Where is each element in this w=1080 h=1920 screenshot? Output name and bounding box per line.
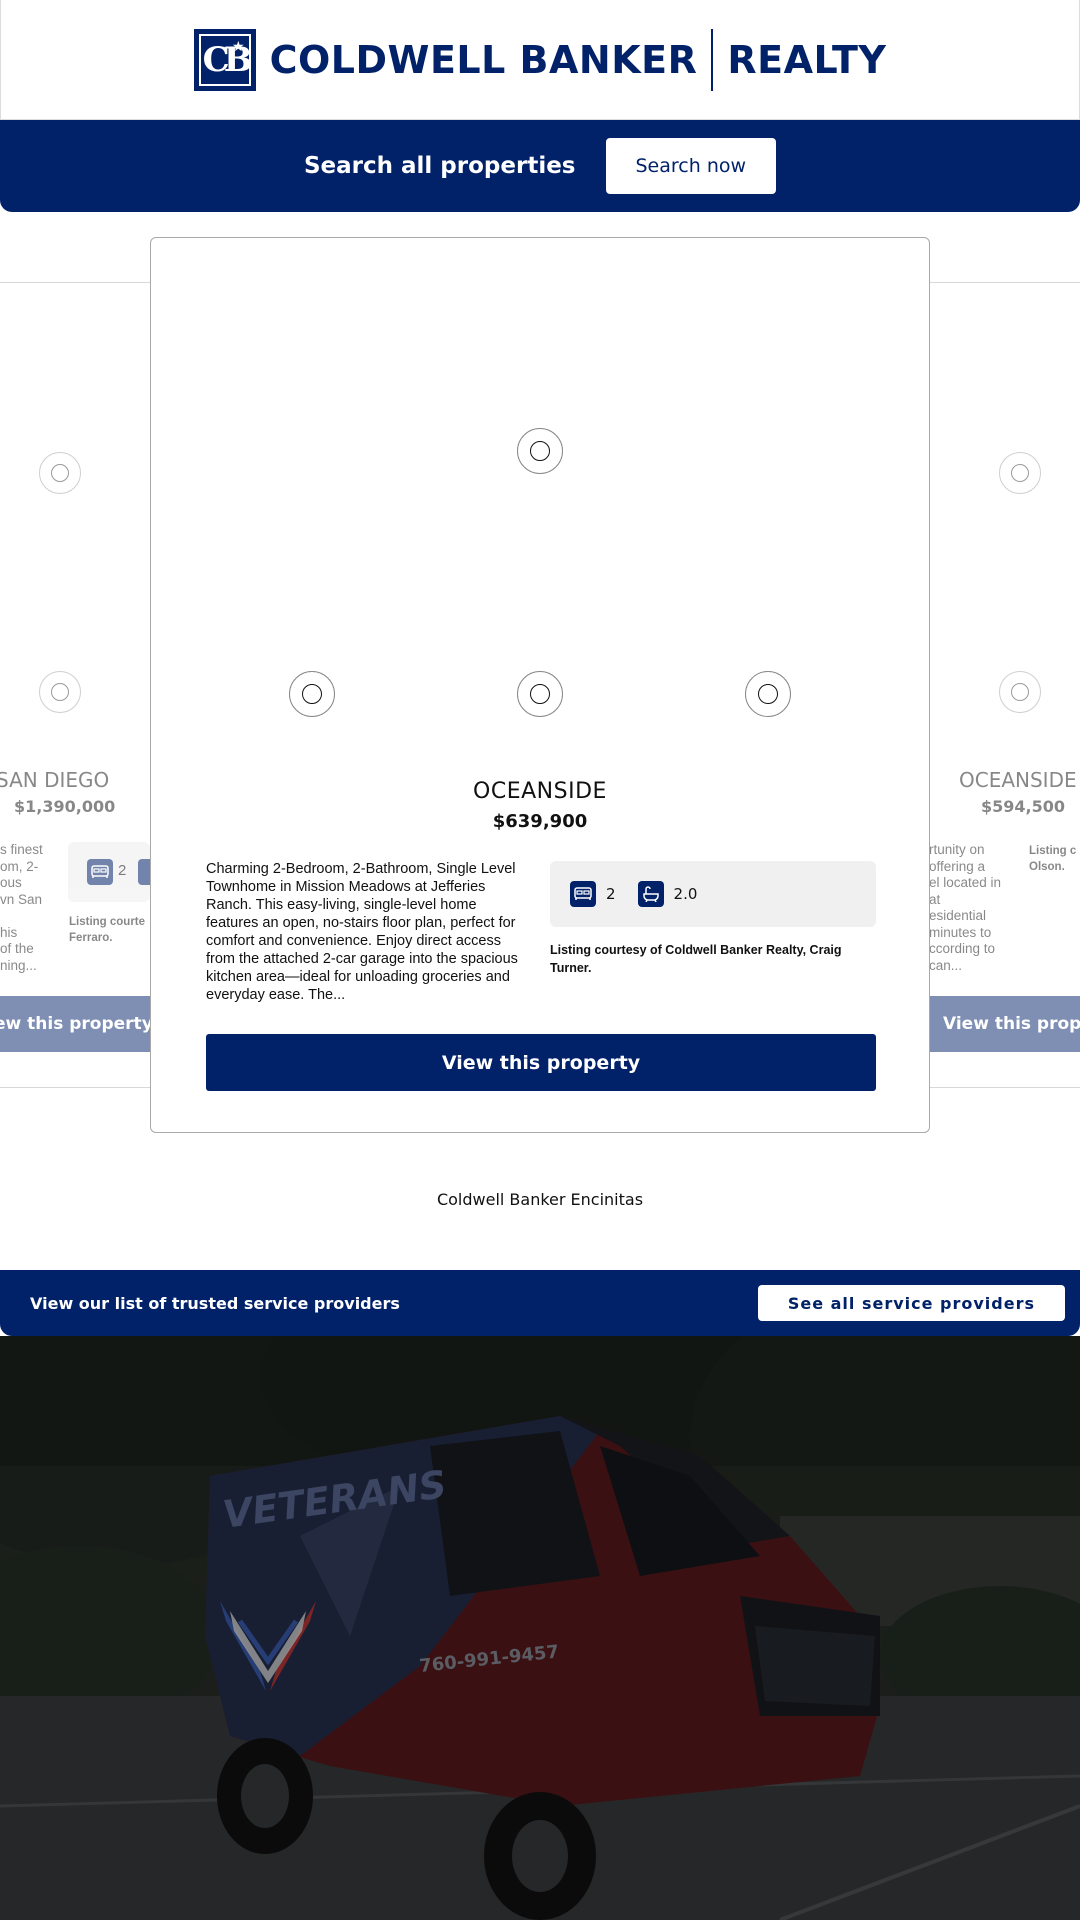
photo-placeholder-radio-icon[interactable] — [289, 671, 335, 717]
listing-description: s finest om, 2- ous vn San his of the ni… — [0, 842, 43, 973]
photo-placeholder-radio-icon[interactable] — [999, 452, 1041, 494]
bath-icon — [138, 859, 150, 885]
office-name: Coldwell Banker Encinitas — [436, 1190, 644, 1209]
service-providers-label: View our list of trusted service provide… — [30, 1293, 400, 1313]
view-property-button[interactable]: View this property — [206, 1034, 876, 1091]
search-banner-label: Search all properties — [303, 153, 576, 179]
service-providers-banner: View our list of trusted service provide… — [0, 1270, 1080, 1336]
listing-features: 2 — [68, 842, 150, 902]
photo-placeholder-radio-icon[interactable] — [999, 671, 1041, 713]
listing-courtesy: Listing courte Ferraro. — [69, 916, 146, 944]
listing-description: Charming 2-Bedroom, 2-Bathroom, Single L… — [206, 861, 518, 1003]
listing-price: $1,390,000 — [14, 797, 116, 816]
bed-icon — [570, 881, 596, 907]
view-property-button[interactable]: View this proper — [930, 996, 1080, 1052]
listing-price: $639,900 — [492, 811, 588, 832]
cb-monogram-icon: CB ★ — [193, 28, 256, 91]
logo-name: COLDWELL BANKER — [269, 37, 698, 82]
listing-price: $594,500 — [981, 797, 1066, 816]
bed-count: 2 — [118, 862, 127, 879]
logo-suffix: REALTY — [727, 37, 887, 82]
photo-placeholder-radio-icon[interactable] — [39, 452, 81, 494]
listing-features: 2 2.0 — [550, 861, 876, 927]
see-all-service-providers-button[interactable]: See all service providers — [757, 1285, 1065, 1321]
listing-card-featured[interactable]: OCEANSIDE $639,900 Charming 2-Bedroom, 2… — [150, 237, 930, 1133]
search-banner: Search all properties Search now — [0, 120, 1080, 212]
listing-city: OCEANSIDE — [473, 779, 607, 804]
site-header: CB ★ COLDWELL BANKER REALTY — [0, 0, 1080, 120]
listing-courtesy: Listing c Olson. — [1029, 845, 1077, 873]
star-icon: ★ — [232, 37, 245, 54]
service-provider-hero-image: VETERANS 760-991-9457 — [0, 1336, 1080, 1920]
bed-icon — [87, 859, 113, 885]
bed-count: 2 — [606, 885, 616, 903]
van-photo: VETERANS 760-991-9457 — [0, 1336, 1080, 1920]
coldwell-banker-logo[interactable]: CB ★ COLDWELL BANKER REALTY — [193, 28, 887, 91]
search-now-button[interactable]: Search now — [605, 138, 777, 194]
listing-description: rtunity on offering a el located in at e… — [929, 842, 1002, 973]
photo-placeholder-radio-icon[interactable] — [39, 671, 81, 713]
photo-placeholder-radio-icon[interactable] — [517, 428, 563, 474]
view-property-button[interactable]: ew this property — [0, 996, 150, 1052]
listing-city: SAN DIEGO — [0, 768, 110, 792]
listing-courtesy: Listing courtesy of Coldwell Banker Real… — [550, 943, 842, 975]
photo-placeholder-radio-icon[interactable] — [745, 671, 791, 717]
photo-placeholder-radio-icon[interactable] — [517, 671, 563, 717]
bath-count: 2.0 — [673, 885, 698, 903]
listing-city: OCEANSIDE — [959, 768, 1077, 792]
logo-divider — [711, 28, 714, 91]
bath-icon — [637, 881, 664, 907]
